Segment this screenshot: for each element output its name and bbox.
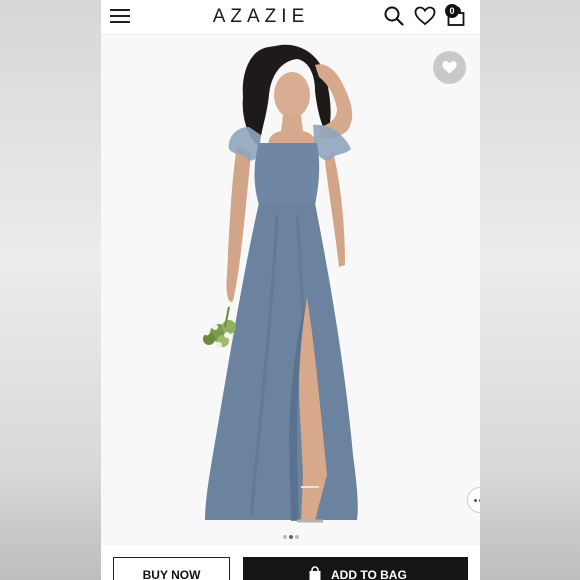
favorite-button[interactable] bbox=[433, 51, 466, 84]
top-nav-bar: AZAZIE 0 bbox=[101, 0, 480, 35]
product-image[interactable] bbox=[101, 35, 480, 545]
buy-now-button[interactable]: BUY NOW bbox=[113, 557, 230, 580]
heart-icon bbox=[442, 61, 457, 74]
phone-screen: AZAZIE 0 BUY NOW ADD TO BAG bbox=[101, 0, 480, 580]
image-pager bbox=[283, 535, 299, 539]
hamburger-menu-icon[interactable] bbox=[110, 8, 130, 24]
bag-count-badge: 0 bbox=[445, 4, 459, 18]
bottom-action-bar: BUY NOW ADD TO BAG bbox=[101, 545, 480, 580]
product-photo-illustration bbox=[203, 44, 358, 523]
add-to-bag-button[interactable]: ADD TO BAG bbox=[243, 557, 468, 580]
brand-logo[interactable]: AZAZIE bbox=[191, 6, 331, 28]
wishlist-heart-icon[interactable] bbox=[414, 6, 436, 26]
bag-icon bbox=[309, 566, 321, 580]
search-icon[interactable] bbox=[383, 5, 405, 27]
add-to-bag-label: ADD TO BAG bbox=[331, 568, 407, 580]
